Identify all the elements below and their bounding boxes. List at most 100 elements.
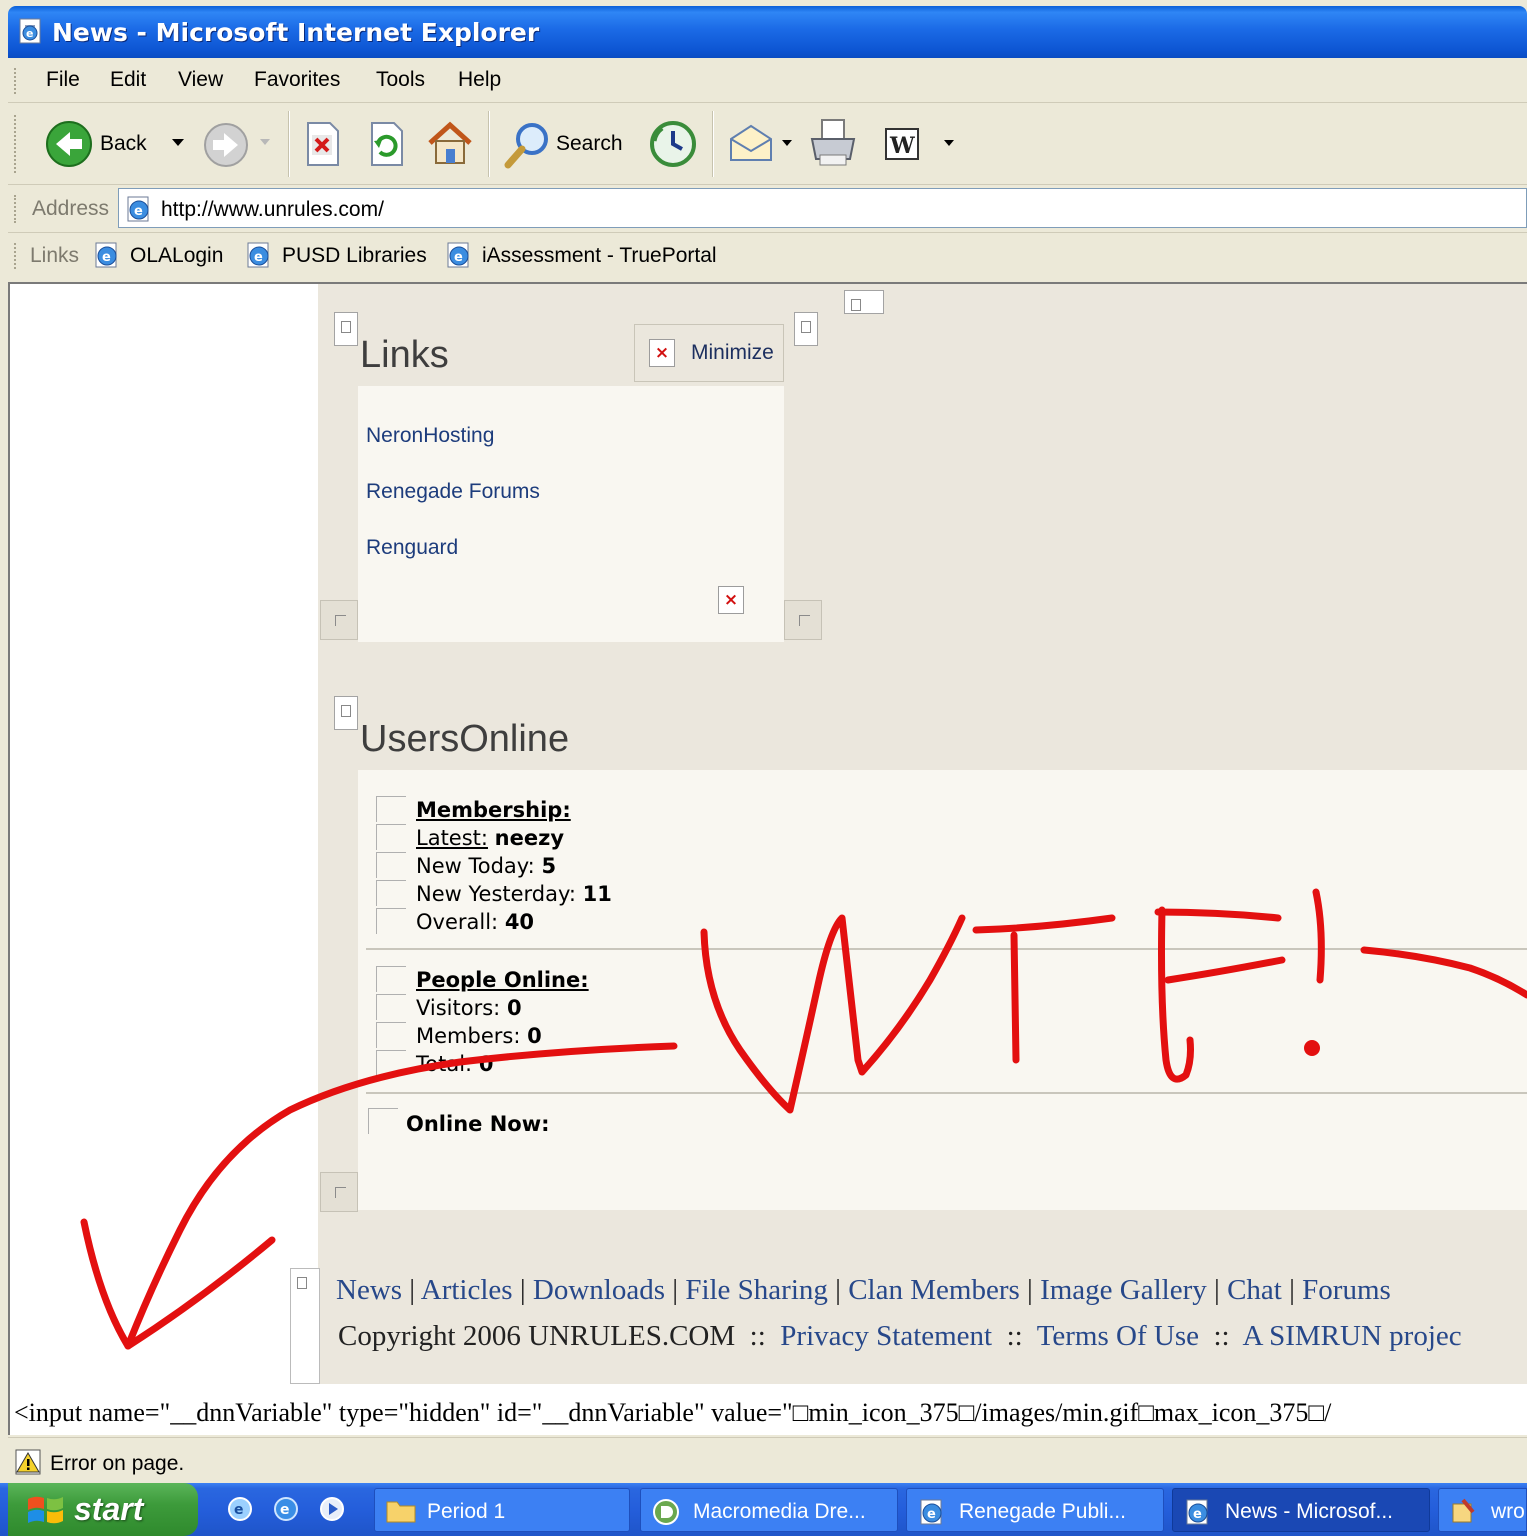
back-button[interactable]: Back — [42, 103, 192, 185]
folder-icon — [386, 1501, 416, 1523]
chevron-down-icon[interactable] — [944, 140, 954, 147]
forward-button[interactable] — [200, 103, 284, 185]
svg-text:e: e — [927, 1507, 936, 1522]
broken-image-icon — [844, 290, 884, 314]
membership-heading: Membership: — [416, 798, 571, 822]
windows-logo-icon — [28, 1496, 63, 1524]
ie-page-icon: e — [920, 1499, 942, 1525]
address-label: Address — [32, 197, 110, 220]
svg-text:e: e — [26, 27, 33, 40]
svg-text:e: e — [280, 1502, 290, 1518]
taskbar-item-news[interactable]: e News - Microsof... — [1172, 1488, 1430, 1532]
svg-text:e: e — [102, 250, 111, 265]
footer-separator: :: — [1213, 1320, 1230, 1352]
menu-help[interactable]: Help — [458, 68, 501, 92]
members-value: 0 — [527, 1024, 542, 1048]
terms-link[interactable]: Terms Of Use — [1037, 1320, 1199, 1352]
stat-icon — [376, 796, 406, 822]
chevron-down-icon[interactable] — [782, 140, 792, 147]
menu-view[interactable]: View — [178, 68, 223, 92]
stat-icon — [376, 908, 406, 934]
stop-button[interactable] — [300, 103, 344, 185]
link-renguard[interactable]: Renguard — [366, 536, 458, 560]
simrun-link[interactable]: A SIMRUN projec — [1243, 1320, 1462, 1352]
links-grip[interactable] — [14, 243, 17, 269]
edit-word-button[interactable]: W — [882, 103, 972, 185]
footer-link-image-gallery[interactable]: Image Gallery — [1040, 1274, 1207, 1306]
ie-page-icon: e — [247, 242, 269, 268]
taskbar-item-label: Period 1 — [427, 1500, 506, 1523]
corner-image — [784, 600, 822, 640]
quicklaunch-show-desktop-icon[interactable]: e — [226, 1495, 254, 1523]
search-button[interactable]: Search — [498, 103, 632, 185]
chevron-down-icon[interactable] — [260, 139, 270, 146]
refresh-button[interactable] — [364, 103, 408, 185]
latest-label[interactable]: Latest: — [416, 826, 488, 850]
taskbar-item-label: wro — [1491, 1500, 1525, 1523]
taskbar-item-renegade[interactable]: e Renegade Publi... — [906, 1488, 1164, 1532]
link-renegade-forums[interactable]: Renegade Forums — [366, 480, 540, 504]
stat-icon — [376, 824, 406, 850]
latest-row: Latest: neezy — [416, 826, 564, 850]
overall-row: Overall: 40 — [416, 910, 534, 934]
toolbar-grip[interactable] — [14, 115, 17, 173]
web-page-viewport[interactable]: Links × Minimize NeronHosting Renegade F… — [8, 282, 1527, 1435]
footer-link-downloads[interactable]: Downloads — [533, 1274, 665, 1306]
links-label: Links — [30, 244, 80, 267]
menu-tools[interactable]: Tools — [376, 68, 425, 92]
print-button[interactable] — [806, 103, 860, 185]
broken-image-icon: × — [649, 339, 675, 367]
ie-page-icon: e — [1186, 1499, 1208, 1525]
people-online-heading: People Online: — [416, 968, 589, 992]
footer-link-articles[interactable]: Articles — [421, 1274, 513, 1306]
toolbar-separator — [488, 111, 490, 177]
menu-edit[interactable]: Edit — [110, 68, 146, 92]
links-item-pusd-libraries[interactable]: e PUSD Libraries — [244, 240, 427, 276]
menu-favorites[interactable]: Favorites — [254, 68, 340, 92]
stat-icon — [376, 1022, 406, 1048]
footer-link-news[interactable]: News — [336, 1274, 402, 1306]
history-icon — [650, 121, 696, 167]
footer-link-forums[interactable]: Forums — [1302, 1274, 1391, 1306]
stat-icon — [368, 1108, 398, 1134]
footer-link-clan-members[interactable]: Clan Members — [848, 1274, 1020, 1306]
menu-grip[interactable] — [14, 68, 17, 94]
divider — [366, 1092, 1527, 1094]
link-neronhosting[interactable]: NeronHosting — [366, 424, 494, 448]
taskbar-item-wro[interactable]: wro — [1438, 1488, 1527, 1532]
taskbar-item-label: Renegade Publi... — [959, 1500, 1126, 1523]
mail-button[interactable] — [724, 103, 798, 185]
taskbar-item-label: News - Microsof... — [1225, 1500, 1394, 1523]
warning-icon[interactable] — [14, 1448, 44, 1476]
refresh-icon — [371, 122, 403, 166]
taskbar-item-macromedia[interactable]: Macromedia Dre... — [640, 1488, 898, 1532]
quicklaunch-media-player-icon[interactable] — [318, 1495, 346, 1523]
usersonline-module-title: UsersOnline — [360, 718, 570, 760]
toolbar-separator — [288, 111, 290, 177]
links-item-iassessment[interactable]: e iAssessment - TruePortal — [444, 240, 717, 276]
menu-file[interactable]: File — [46, 68, 80, 92]
ie-page-icon: e — [447, 242, 469, 268]
footer-link-chat[interactable]: Chat — [1227, 1274, 1282, 1306]
quicklaunch-ie-icon[interactable]: e — [272, 1495, 300, 1523]
visitors-value: 0 — [506, 996, 522, 1020]
privacy-link[interactable]: Privacy Statement — [780, 1320, 992, 1352]
total-label: Total: — [416, 1052, 473, 1076]
new-yesterday-value: 11 — [582, 882, 612, 906]
footer-link-file-sharing[interactable]: File Sharing — [685, 1274, 828, 1306]
links-item-label: OLALogin — [130, 244, 224, 267]
home-button[interactable] — [424, 103, 474, 185]
forward-arrow-icon — [204, 123, 248, 167]
links-item-olalogin[interactable]: e OLALogin — [92, 240, 223, 276]
minimize-label: Minimize — [691, 341, 774, 364]
history-button[interactable] — [646, 103, 700, 185]
start-button[interactable]: start — [8, 1483, 198, 1536]
minimize-button[interactable]: × Minimize — [634, 324, 784, 382]
address-grip[interactable] — [14, 195, 17, 223]
address-url: http://www.unrules.com/ — [161, 198, 384, 221]
chevron-down-icon[interactable] — [172, 139, 184, 147]
taskbar-item-period1[interactable]: Period 1 — [374, 1488, 630, 1532]
total-value: 0 — [478, 1052, 494, 1076]
title-bar[interactable]: e News - Microsoft Internet Explorer — [8, 6, 1527, 58]
address-input[interactable]: e http://www.unrules.com/ — [118, 188, 1527, 228]
